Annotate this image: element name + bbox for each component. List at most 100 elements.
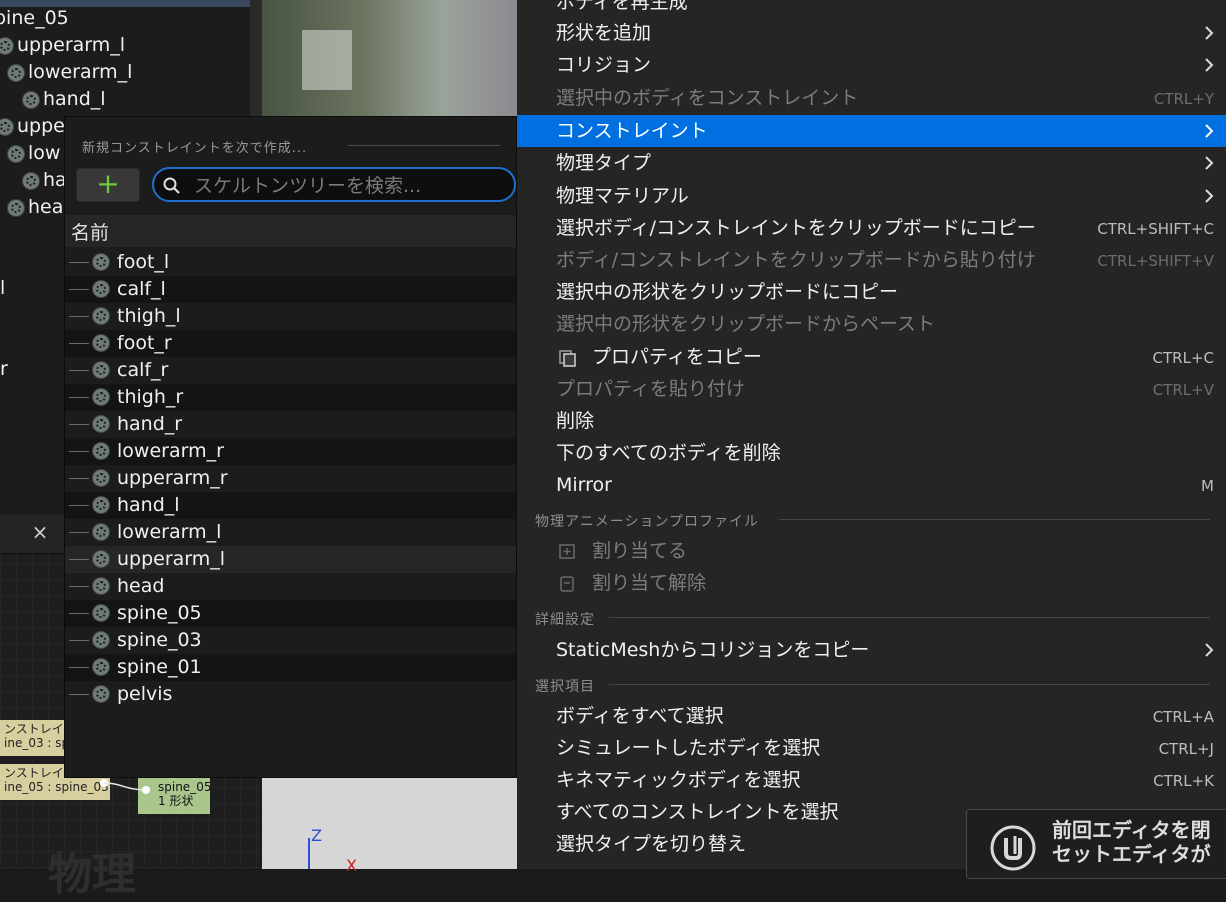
viewport-window: [302, 30, 352, 90]
shortcut-label: CTRL+C: [1152, 349, 1214, 367]
tree-item[interactable]: pine_05: [0, 5, 69, 32]
menu-item-unassign[interactable]: 割り当て解除: [517, 567, 1226, 599]
shortcut-label: CTRL+Y: [1153, 90, 1214, 108]
list-item[interactable]: hand_r: [65, 411, 516, 438]
bone-label: upperarm_r: [117, 467, 228, 489]
bone-label: spine_05: [117, 602, 202, 624]
close-icon[interactable]: ×: [30, 520, 50, 544]
section-advanced: 詳細設定: [535, 612, 595, 628]
menu-item-copy-properties[interactable]: プロパティをコピー CTRL+C: [517, 341, 1226, 373]
list-item[interactable]: hand_l: [65, 492, 516, 519]
tree-connector: [69, 451, 89, 452]
menu-item-paste-properties[interactable]: プロパティを貼り付け CTRL+V: [517, 373, 1226, 405]
bone-label: lowerarm_l: [117, 521, 222, 543]
constraint-picker-popup: 新規コンストレイントを次で作成... + 名前 foot_l calf_l th…: [64, 116, 517, 778]
bone-icon: [7, 198, 25, 217]
list-item[interactable]: spine_01: [65, 654, 516, 681]
list-item[interactable]: spine_03: [65, 627, 516, 654]
menu-item-physics-material[interactable]: 物理マテリアル: [517, 180, 1226, 212]
bone-label: lowerarm_r: [117, 440, 224, 462]
list-item[interactable]: upperarm_l: [65, 546, 516, 573]
tree-item[interactable]: hand_l: [22, 86, 106, 113]
menu-item-paste-shapes[interactable]: 選択中の形状をクリップボードからペースト: [517, 308, 1226, 340]
context-menu: ボディを再生成 形状を追加 コリジョン 選択中のボディをコンストレイント CTRL…: [517, 0, 1226, 869]
list-item[interactable]: foot_l: [65, 249, 516, 276]
list-item[interactable]: pelvis: [65, 681, 516, 708]
menu-item-regenerate-bodies[interactable]: ボディを再生成: [517, 0, 1226, 18]
menu-item-delete[interactable]: 削除: [517, 405, 1226, 437]
list-item[interactable]: thigh_r: [65, 384, 516, 411]
shortcut-label: CTRL+K: [1153, 772, 1214, 790]
bone-icon: [92, 280, 110, 298]
tree-item[interactable]: low: [7, 140, 60, 167]
menu-item-constraint[interactable]: コンストレイント: [517, 115, 1226, 147]
shortcut-label: M: [1201, 477, 1214, 495]
bone-icon: [92, 523, 110, 541]
list-item[interactable]: calf_r: [65, 357, 516, 384]
bone-icon: [0, 36, 14, 55]
list-item[interactable]: thigh_l: [65, 303, 516, 330]
menu-item-select-simulated-bodies[interactable]: シミュレートしたボディを選択 CTRL+J: [517, 732, 1226, 764]
tree-item[interactable]: r: [0, 356, 8, 383]
tree-item[interactable]: l: [0, 275, 5, 302]
tree-connector: [69, 667, 89, 668]
menu-item-mirror[interactable]: Mirror M: [517, 469, 1226, 501]
menu-item-assign[interactable]: 割り当てる: [517, 535, 1226, 567]
column-header-name[interactable]: 名前: [65, 215, 516, 247]
bone-icon: [92, 442, 110, 460]
tree-item[interactable]: upper: [0, 113, 73, 140]
viewport-preview-bottom: [262, 778, 518, 869]
divider: [779, 519, 1210, 520]
list-item[interactable]: foot_r: [65, 330, 516, 357]
list-item[interactable]: calf_l: [65, 276, 516, 303]
list-item[interactable]: upperarm_r: [65, 465, 516, 492]
add-button[interactable]: +: [76, 168, 140, 202]
list-item[interactable]: spine_05: [65, 600, 516, 627]
tree-item[interactable]: ha: [22, 167, 67, 194]
tree-connector: [69, 505, 89, 506]
menu-item-select-kinematic-bodies[interactable]: キネマティックボディを選択 CTRL+K: [517, 764, 1226, 796]
tree-connector: [69, 478, 89, 479]
tree-connector: [69, 694, 89, 695]
viewport-preview: [262, 0, 518, 120]
menu-item-select-all-bodies[interactable]: ボディをすべて選択 CTRL+A: [517, 700, 1226, 732]
tree-item[interactable]: upperarm_l: [0, 32, 125, 59]
bone-label: thigh_r: [117, 386, 184, 408]
bone-label: thigh_l: [117, 305, 181, 327]
copy-properties-icon: [559, 350, 576, 367]
bone-icon: [92, 604, 110, 622]
menu-item-constrain-selected[interactable]: 選択中のボディをコンストレイント CTRL+Y: [517, 82, 1226, 114]
list-item[interactable]: lowerarm_l: [65, 519, 516, 546]
search-box[interactable]: [152, 167, 516, 202]
tree-item[interactable]: lowerarm_l: [7, 59, 132, 86]
divider: [609, 617, 1210, 618]
tree-connector: [69, 289, 89, 290]
list-item[interactable]: lowerarm_r: [65, 438, 516, 465]
tree-connector: [69, 613, 89, 614]
menu-item-copy-bodies[interactable]: 選択ボディ/コンストレイントをクリップボードにコピー CTRL+SHIFT+C: [517, 212, 1226, 244]
menu-item-delete-all-below[interactable]: 下のすべてのボディを削除: [517, 437, 1226, 469]
search-input[interactable]: [192, 171, 496, 200]
bone-icon: [92, 307, 110, 325]
bone-label: pelvis: [117, 683, 173, 705]
list-item[interactable]: head: [65, 573, 516, 600]
node-subtitle: 1 形状: [158, 794, 194, 808]
menu-item-copy-shapes[interactable]: 選択中の形状をクリップボードにコピー: [517, 276, 1226, 308]
unreal-logo-icon: [990, 825, 1036, 871]
divider: [348, 145, 500, 146]
bone-label: foot_r: [117, 332, 172, 354]
menu-item-paste-bodies[interactable]: ボディ/コンストレイントをクリップボードから貼り付け CTRL+SHIFT+V: [517, 244, 1226, 276]
chevron-right-icon: [1205, 643, 1214, 657]
graph-wire: [100, 779, 150, 794]
menu-item-collision[interactable]: コリジョン: [517, 49, 1226, 81]
bone-icon: [92, 388, 110, 406]
graph-node-constraint[interactable]: ンストレイン ine_03 : spin: [0, 720, 80, 756]
menu-item-add-shape[interactable]: 形状を追加: [517, 17, 1226, 49]
chevron-right-icon: [1205, 189, 1214, 203]
toast-message: 前回エディタを閉 セットエディタが: [1052, 818, 1211, 866]
menu-item-physics-type[interactable]: 物理タイプ: [517, 147, 1226, 179]
menu-item-copy-collision-from-staticmesh[interactable]: StaticMeshからコリジョンをコピー: [517, 634, 1226, 666]
graph-watermark: 物理: [48, 849, 136, 900]
tree-item[interactable]: hea: [7, 194, 63, 221]
node-subtitle: ine_05 : spine_03: [4, 780, 109, 794]
